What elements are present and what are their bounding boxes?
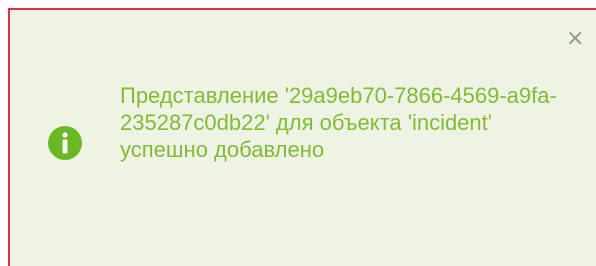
close-button[interactable]: × [566, 28, 584, 50]
success-notification: × Представление '29a9eb70-7866-4569-a9fa… [8, 8, 596, 266]
notification-message: Представление '29a9eb70-7866-4569-a9fa-2… [120, 83, 557, 162]
info-icon [48, 126, 82, 160]
